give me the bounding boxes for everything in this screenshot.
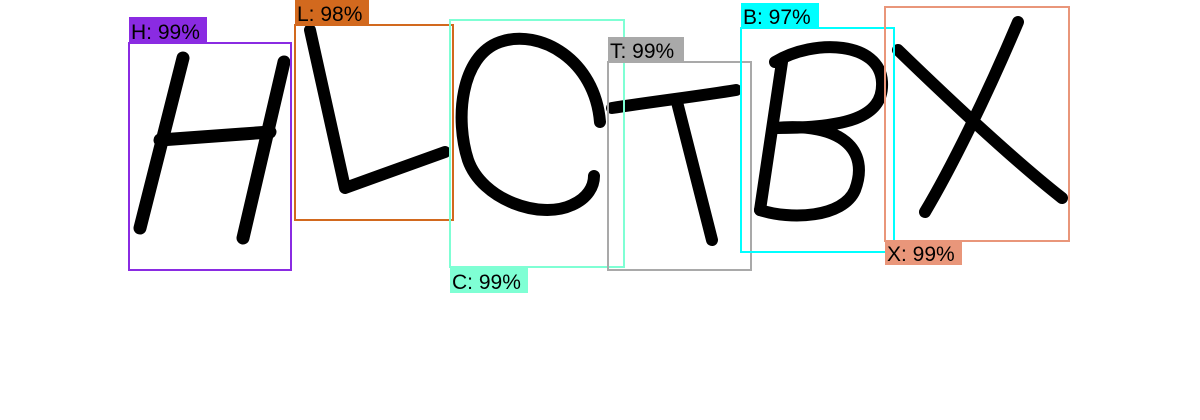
detection-t: T: 99%	[607, 37, 752, 271]
detection-label: C: 99%	[452, 271, 521, 294]
detection-label: L: 98%	[297, 3, 362, 26]
handwritten-text-image	[133, 16, 1068, 246]
detection-label: B: 97%	[743, 6, 811, 29]
detection-label: X: 99%	[887, 243, 955, 266]
glyph-c	[455, 32, 606, 216]
glyph-l	[304, 24, 451, 194]
glyph-h	[133, 51, 291, 245]
glyph-b	[754, 41, 889, 222]
detection-canvas: H: 99% L: 98% C: 99% T: 99% B: 97% X: 99…	[128, 0, 1070, 294]
detection-label: T: 99%	[610, 40, 674, 63]
glyph-t	[606, 84, 742, 246]
glyph-x	[892, 16, 1068, 218]
detection-l: L: 98%	[294, 0, 454, 221]
detection-label: H: 99%	[131, 21, 200, 44]
detection-x: X: 99%	[884, 6, 1070, 266]
